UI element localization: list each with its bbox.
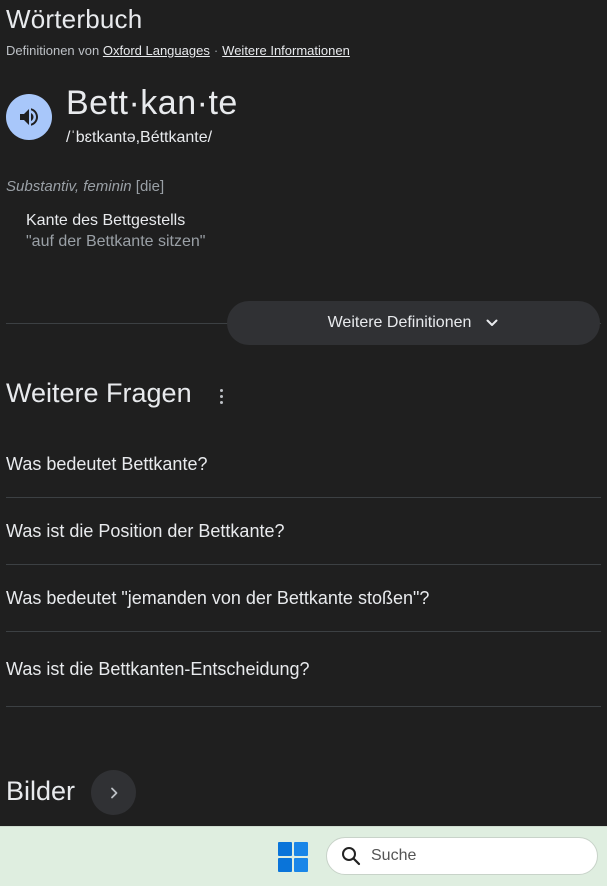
definition-text: Kante des Bettgestells: [26, 212, 186, 229]
source-prefix: Definitionen von: [6, 43, 100, 58]
pronunciation-button[interactable]: [6, 94, 52, 140]
faq-question-2[interactable]: Was ist die Position der Bettkante?: [6, 498, 601, 565]
article-label: [die]: [135, 178, 165, 195]
search-label: Suche: [371, 847, 417, 864]
page: Wörterbuch Definitionen von Oxford Langu…: [0, 0, 607, 886]
chevron-right-icon: [110, 787, 117, 798]
faq-question-4[interactable]: Was ist die Bettkanten-Entscheidung?: [6, 632, 601, 707]
example-text: "auf der Bettkante sitzen": [26, 233, 206, 250]
source-line: Definitionen von Oxford Languages · Weiter…: [6, 43, 350, 58]
images-next-button[interactable]: [91, 770, 136, 815]
pos-label: Substantiv, feminin: [6, 178, 132, 195]
part-of-speech: Substantiv, feminin [die]: [6, 178, 164, 195]
more-definitions-button[interactable]: Weitere Definitionen: [227, 301, 600, 345]
windows-logo-icon: [278, 842, 308, 872]
speaker-icon: [20, 108, 38, 126]
faq-section-title: Weitere Fragen: [6, 378, 192, 408]
chevron-down-icon: [485, 316, 499, 330]
headword: Bett·kan·te: [66, 84, 238, 122]
images-section-title: Bilder: [6, 776, 76, 806]
faq-list: Was bedeutet Bettkante? Was ist die Posi…: [6, 431, 601, 707]
separator-dot: ·: [213, 43, 219, 58]
faq-question-3[interactable]: Was bedeutet "jemanden von der Bettkante…: [6, 565, 601, 632]
dictionary-title: Wörterbuch: [6, 4, 143, 34]
search-icon: [342, 847, 361, 866]
start-button[interactable]: [278, 842, 308, 872]
faq-question-1[interactable]: Was bedeutet Bettkante?: [6, 431, 601, 498]
more-info-link[interactable]: Weitere Informationen: [222, 43, 350, 58]
oxford-languages-link[interactable]: Oxford Languages: [103, 43, 210, 58]
phonetic-transcription: /ˈbɛtkantə,Béttkante/: [66, 129, 213, 146]
more-definitions-label: Weitere Definitionen: [327, 314, 472, 331]
taskbar-search-box[interactable]: Suche: [326, 837, 598, 875]
more-vert-icon[interactable]: [211, 384, 231, 408]
taskbar: Suche: [0, 826, 607, 886]
